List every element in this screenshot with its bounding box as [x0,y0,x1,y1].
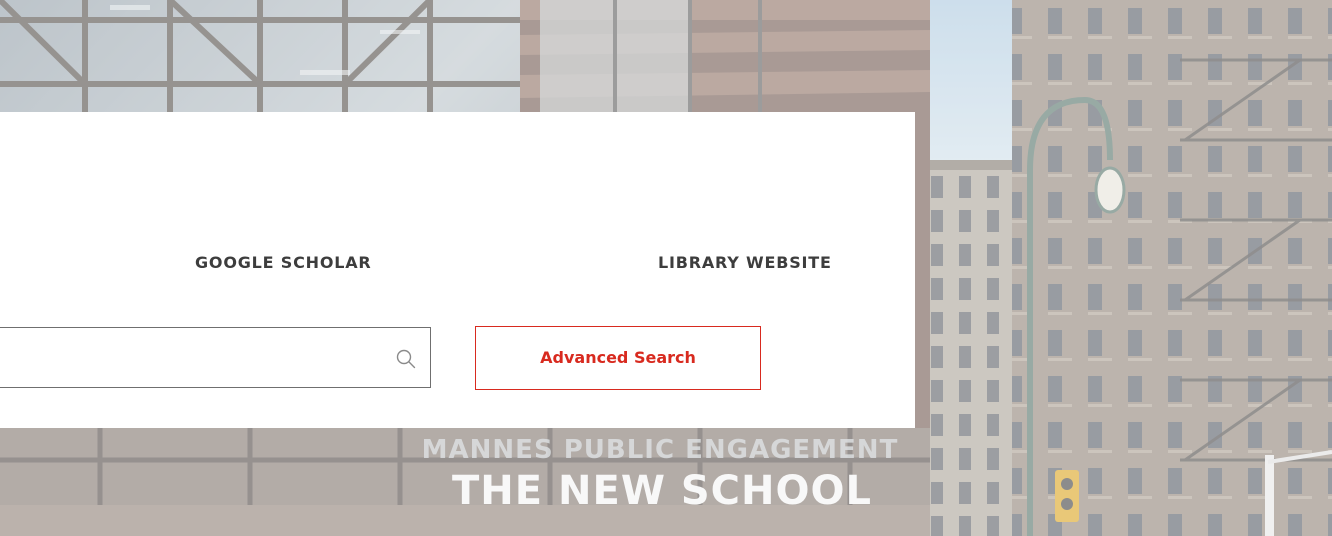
page: MANNES PUBLIC ENGAGEMENT THE NEW SCHOOL … [0,0,1332,536]
search-icon[interactable] [395,348,417,370]
advanced-search-button[interactable]: Advanced Search [475,326,761,390]
library-website-link[interactable]: LIBRARY WEBSITE [658,253,832,272]
search-input[interactable] [10,328,384,389]
search-box [0,327,431,389]
google-scholar-link[interactable]: GOOGLE SCHOLAR [195,253,372,272]
search-panel: GOOGLE SCHOLAR LIBRARY WEBSITE Advanced … [0,112,915,428]
